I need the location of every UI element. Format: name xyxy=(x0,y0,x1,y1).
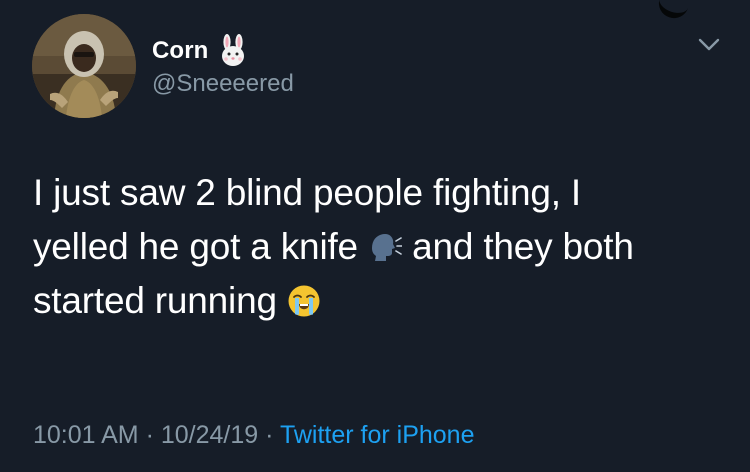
tweet-text-segment: started running xyxy=(33,280,277,321)
display-name[interactable]: Corn xyxy=(152,37,208,65)
user-handle[interactable]: @Sneeeered xyxy=(152,70,294,98)
tweet-text-line: I just saw 2 blind people fighting, I xyxy=(33,172,581,213)
tweet-text-line: started running xyxy=(33,274,723,328)
tweet-time[interactable]: 10:01 AM xyxy=(33,421,139,449)
tweet-metadata: 10:01 AM · 10/24/19 · Twitter for iPhone xyxy=(33,421,474,450)
tweet-source-link[interactable]: Twitter for iPhone xyxy=(280,421,475,449)
image-corner-mark xyxy=(655,0,691,23)
meta-separator: · xyxy=(258,421,280,449)
tweet-text-segment: yelled he got a knife xyxy=(33,226,358,267)
meta-separator: · xyxy=(138,421,161,449)
tweet-date[interactable]: 10/24/19 xyxy=(161,421,258,449)
speaking-head-icon xyxy=(372,234,403,261)
name-row: Corn xyxy=(152,34,250,68)
avatar[interactable] xyxy=(32,14,136,118)
tweet-text-segment: and they both xyxy=(412,226,634,267)
tweet-text: I just saw 2 blind people fighting, I ye… xyxy=(33,166,723,328)
chevron-down-icon[interactable] xyxy=(698,38,720,52)
loudly-crying-face-icon xyxy=(288,285,320,317)
avatar-image xyxy=(32,14,136,118)
tweet-card: Corn @Sneeeered I just saw 2 blind peopl… xyxy=(0,0,750,472)
rabbit-face-icon xyxy=(222,34,245,66)
tweet-text-line: yelled he got a knife and they both xyxy=(33,220,723,274)
